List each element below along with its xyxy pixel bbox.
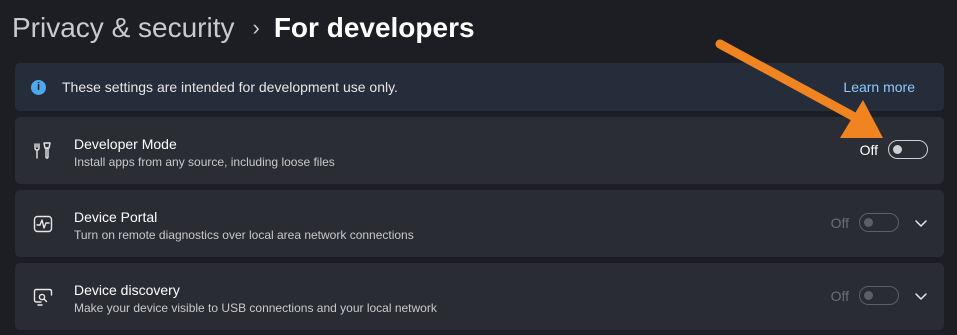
device-search-icon (33, 288, 53, 306)
toggle-knob (864, 218, 873, 227)
setting-title: Device discovery (74, 282, 180, 298)
setting-device-portal[interactable]: Device Portal Turn on remote diagnostics… (15, 190, 944, 257)
heartbeat-monitor-icon (33, 215, 53, 233)
setting-title: Device Portal (74, 209, 158, 225)
device-portal-toggle[interactable] (859, 213, 899, 232)
breadcrumb-parent-link[interactable]: Privacy & security (12, 12, 235, 44)
setting-description: Turn on remote diagnostics over local ar… (74, 228, 414, 242)
setting-title: Developer Mode (74, 136, 177, 152)
info-bar: i These settings are intended for develo… (15, 63, 944, 111)
toggle-knob (864, 291, 873, 300)
chevron-down-icon[interactable] (914, 289, 928, 303)
learn-more-link[interactable]: Learn more (843, 79, 915, 95)
device-discovery-toggle[interactable] (859, 286, 899, 305)
setting-developer-mode[interactable]: Developer Mode Install apps from any sou… (15, 117, 944, 184)
setting-description: Make your device visible to USB connecti… (74, 301, 437, 315)
setting-device-discovery[interactable]: Device discovery Make your device visibl… (15, 263, 944, 330)
developer-tools-icon (34, 142, 51, 159)
toggle-group: Off (860, 140, 928, 159)
info-text: These settings are intended for developm… (62, 79, 398, 95)
developer-mode-toggle[interactable] (888, 140, 928, 159)
breadcrumb-separator-icon: › (252, 15, 260, 40)
toggle-state-label: Off (859, 141, 878, 158)
page-title: For developers (273, 12, 475, 43)
breadcrumb: Privacy & security › For developers (12, 8, 475, 48)
chevron-down-icon[interactable] (914, 216, 928, 230)
info-icon: i (31, 80, 46, 95)
toggle-state-label: Off (830, 214, 849, 231)
toggle-knob (893, 145, 902, 154)
setting-description: Install apps from any source, including … (74, 155, 335, 169)
toggle-group: Off (831, 213, 899, 232)
toggle-state-label: Off (830, 287, 849, 304)
toggle-group: Off (831, 286, 899, 305)
